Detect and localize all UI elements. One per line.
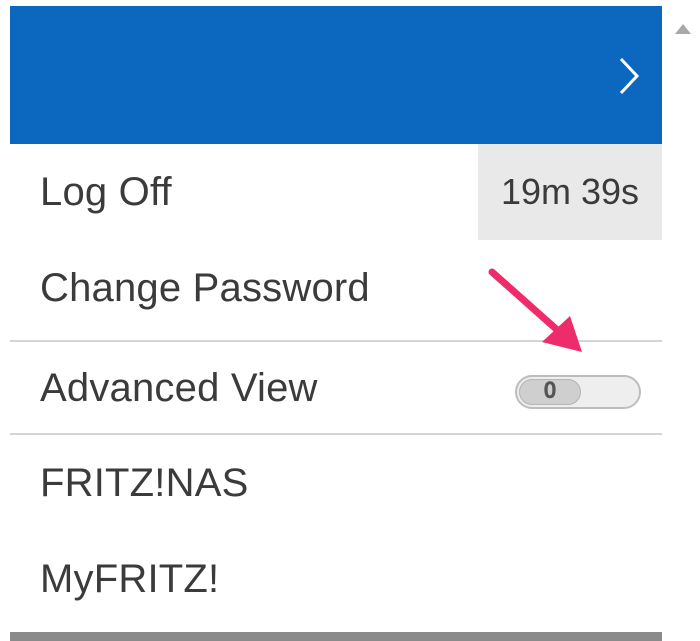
menu-item-log-off[interactable]: Log Off 19m 39s xyxy=(10,144,662,240)
panel-bottom-edge xyxy=(10,632,662,641)
advanced-view-toggle[interactable]: O xyxy=(515,375,641,409)
chevron-right-icon[interactable] xyxy=(616,56,642,96)
session-timer: 19m 39s xyxy=(478,144,662,240)
advanced-view-label: Advanced View xyxy=(40,366,318,410)
myfritz-label: MyFRITZ! xyxy=(40,557,220,601)
menu-item-fritz-nas[interactable]: FRITZ!NAS xyxy=(10,435,662,531)
menu-item-advanced-view: Advanced View O xyxy=(10,340,662,436)
change-password-label: Change Password xyxy=(40,266,370,310)
scroll-up-arrow-icon[interactable] xyxy=(675,24,691,34)
fritz-nas-label: FRITZ!NAS xyxy=(40,461,249,505)
toggle-state-label: O xyxy=(543,379,557,404)
scrollbar[interactable] xyxy=(666,6,700,641)
menu-header xyxy=(10,6,662,144)
user-menu-panel: Log Off 19m 39s Change Password Advanced… xyxy=(10,6,662,641)
menu-item-myfritz[interactable]: MyFRITZ! xyxy=(10,531,662,627)
menu-item-change-password[interactable]: Change Password xyxy=(10,240,662,336)
toggle-knob: O xyxy=(519,379,581,405)
log-off-label: Log Off xyxy=(40,170,172,214)
